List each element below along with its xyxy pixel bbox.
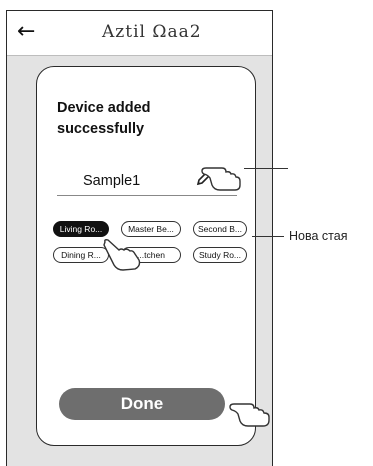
callout-line-rooms — [252, 236, 284, 237]
room-chip-living-room[interactable]: Living Ro... — [53, 221, 109, 237]
device-name-field[interactable]: Sample1 — [83, 173, 140, 189]
callout-line-name — [244, 168, 288, 169]
app-title: Aztil Ωaa2 — [102, 22, 202, 42]
done-button[interactable]: Done — [59, 388, 225, 420]
success-heading: Device added successfully — [57, 100, 151, 137]
room-chip-master-bedroom[interactable]: Master Be... — [121, 221, 181, 237]
back-arrow-icon[interactable]: ← — [17, 19, 35, 45]
room-chip-second-bedroom[interactable]: Second B... — [193, 221, 247, 237]
pointing-hand-icon — [103, 239, 141, 271]
room-chip-study-room[interactable]: Study Ro... — [193, 247, 247, 263]
device-name-underline — [57, 195, 237, 196]
new-room-callout: Нова стая — [289, 229, 348, 243]
pointing-hand-icon — [229, 403, 270, 427]
top-bar: ← Aztil Ωaa2 — [7, 11, 272, 56]
pointing-hand-icon — [201, 167, 241, 191]
device-added-card: Device added successfully Sample1 Living… — [36, 66, 256, 446]
